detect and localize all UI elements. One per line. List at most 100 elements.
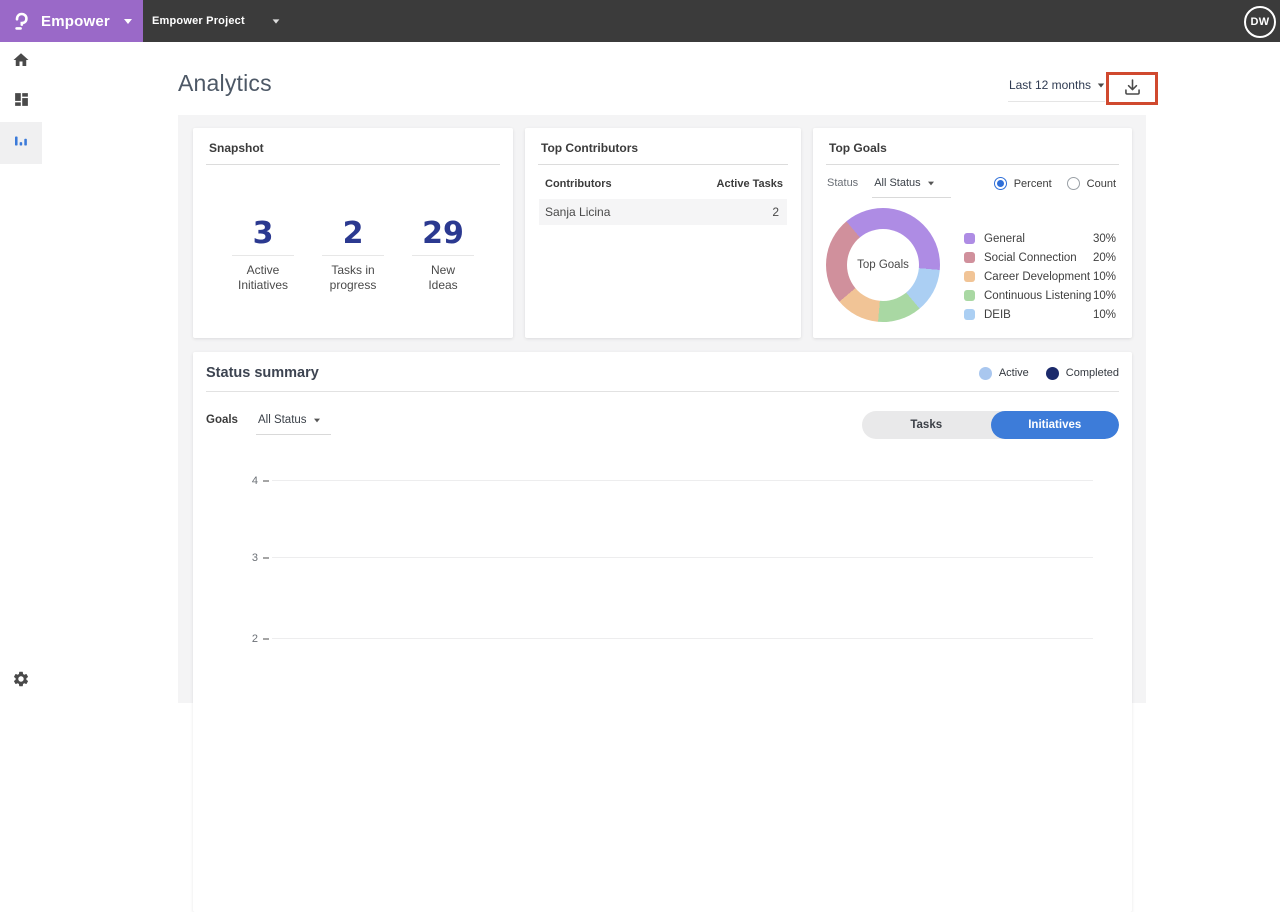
gear-icon xyxy=(12,670,30,693)
y-axis-tick-icon xyxy=(263,480,269,482)
sidebar xyxy=(0,42,42,703)
top-contributors-card: Top Contributors Contributors Active Tas… xyxy=(525,128,801,338)
home-icon xyxy=(12,51,30,74)
y-axis-tick-label: 3 xyxy=(206,552,258,564)
legend-swatch xyxy=(964,252,975,263)
legend-dot-icon xyxy=(979,367,992,380)
legend-value: 30% xyxy=(1093,233,1116,245)
stat-rule xyxy=(322,255,384,256)
legend-row: Continuous Listening10% xyxy=(964,286,1116,305)
status-summary-title: Status summary xyxy=(206,365,319,381)
divider xyxy=(206,164,500,165)
toggle-initiatives[interactable]: Initiatives xyxy=(991,411,1120,439)
legend-label: General xyxy=(984,233,1093,245)
top-goals-filter-row: Status All Status Percent Count xyxy=(813,165,1132,198)
chart-grid-row: 3 xyxy=(206,553,1093,562)
radio-percent-label: Percent xyxy=(1014,178,1052,190)
sidebar-item-settings[interactable] xyxy=(0,661,42,701)
bar-chart-icon xyxy=(12,132,30,155)
stat-rule xyxy=(232,255,294,256)
top-goals-title: Top Goals xyxy=(813,128,1132,164)
percent-count-radios: Percent Count xyxy=(994,175,1116,190)
legend-dot-icon xyxy=(1046,367,1059,380)
download-button-highlight xyxy=(1106,72,1158,105)
donut-center-label: Top Goals xyxy=(847,229,919,301)
legend-value: 10% xyxy=(1093,309,1116,321)
chart-grid-row: 4 xyxy=(206,476,1093,485)
top-goals-legend: General30%Social Connection20%Career Dev… xyxy=(964,229,1116,324)
legend-swatch xyxy=(964,271,975,282)
toggle-tasks[interactable]: Tasks xyxy=(862,411,991,439)
snapshot-stat: 2Tasks in progress xyxy=(314,217,392,293)
brand-caret-icon xyxy=(124,19,132,24)
stat-label: Active Initiatives xyxy=(224,263,302,293)
col-contributors: Contributors xyxy=(545,178,612,190)
stat-value: 3 xyxy=(224,217,302,250)
stat-value: 2 xyxy=(314,217,392,250)
legend-swatch xyxy=(964,309,975,320)
sidebar-item-dashboard[interactable] xyxy=(0,82,42,122)
legend-row: Career Development10% xyxy=(964,267,1116,286)
status-summary-card: Status summary Active Completed Goals All… xyxy=(193,352,1132,912)
sidebar-item-analytics[interactable] xyxy=(0,122,42,164)
sidebar-item-home[interactable] xyxy=(0,42,42,82)
top-contributors-title: Top Contributors xyxy=(525,128,801,164)
contributors-table-header: Contributors Active Tasks xyxy=(525,165,801,199)
status-caret-icon xyxy=(928,181,934,185)
divider xyxy=(206,391,1119,392)
brand-menu[interactable]: Empower xyxy=(0,0,143,42)
status-summary-legend: Active Completed xyxy=(979,367,1119,380)
date-range-dropdown[interactable]: Last 12 months xyxy=(1008,78,1105,102)
contributor-name: Sanja Licina xyxy=(545,205,610,219)
tasks-initiatives-toggle: TasksInitiatives xyxy=(862,411,1119,439)
legend-label: DEIB xyxy=(984,309,1093,321)
status-summary-chart: 4 3 2 xyxy=(206,476,1093,696)
col-active-tasks: Active Tasks xyxy=(717,178,783,190)
contributor-row: Sanja Licina2 xyxy=(539,199,787,225)
radio-percent-icon xyxy=(994,177,1007,190)
radio-count-label: Count xyxy=(1087,178,1116,190)
stat-label: New Ideas xyxy=(404,263,482,293)
legend-value: 10% xyxy=(1093,271,1116,283)
empower-logo-icon xyxy=(13,12,30,31)
avatar[interactable]: DW xyxy=(1244,6,1276,38)
status-legend-item: Completed xyxy=(1046,367,1119,380)
top-goals-status-value: All Status xyxy=(874,177,920,189)
gridline xyxy=(272,638,1093,639)
status-legend-label: Active xyxy=(999,367,1029,379)
radio-count[interactable]: Count xyxy=(1067,177,1116,190)
legend-swatch xyxy=(964,290,975,301)
gridline xyxy=(272,557,1093,558)
cards-row: Snapshot 3 Active Initiatives 2Tasks in pr… xyxy=(193,128,1132,338)
status-summary-controls: Goals All Status TasksInitiatives xyxy=(206,411,1119,439)
stat-value: 29 xyxy=(404,217,482,250)
legend-row: Social Connection20% xyxy=(964,248,1116,267)
top-goals-card: Top Goals Status All Status Percent Coun… xyxy=(813,128,1132,338)
goals-status-dropdown[interactable]: All Status xyxy=(256,411,331,435)
contributors-table-body: Sanja Licina2 xyxy=(525,199,801,225)
status-legend-label: Completed xyxy=(1066,367,1119,379)
project-name: Empower Project xyxy=(152,15,245,27)
snapshot-card: Snapshot 3 Active Initiatives 2Tasks in pr… xyxy=(193,128,513,338)
legend-label: Continuous Listening xyxy=(984,290,1093,302)
status-legend-item: Active xyxy=(979,367,1029,380)
project-caret-icon xyxy=(273,19,280,23)
snapshot-title: Snapshot xyxy=(193,128,513,164)
chart-grid-row: 2 xyxy=(206,634,1093,643)
goals-label: Goals xyxy=(206,411,238,426)
snapshot-stat: 29 New Ideas xyxy=(404,217,482,293)
legend-row: DEIB10% xyxy=(964,305,1116,324)
legend-label: Career Development xyxy=(984,271,1093,283)
download-button[interactable] xyxy=(1109,75,1155,102)
radio-percent[interactable]: Percent xyxy=(994,177,1052,190)
top-bar: Empower Empower Project DW xyxy=(0,0,1280,42)
snapshot-stat: 3 Active Initiatives xyxy=(224,217,302,293)
y-axis-tick-label: 4 xyxy=(206,475,258,487)
radio-count-icon xyxy=(1067,177,1080,190)
brand-name: Empower xyxy=(41,13,110,30)
top-goals-status-dropdown[interactable]: All Status xyxy=(872,175,950,198)
content-container: Snapshot 3 Active Initiatives 2Tasks in pr… xyxy=(178,115,1146,703)
project-selector[interactable]: Empower Project xyxy=(152,15,280,27)
goals-status-caret-icon xyxy=(314,418,320,422)
date-range-value: Last 12 months xyxy=(1009,78,1091,92)
